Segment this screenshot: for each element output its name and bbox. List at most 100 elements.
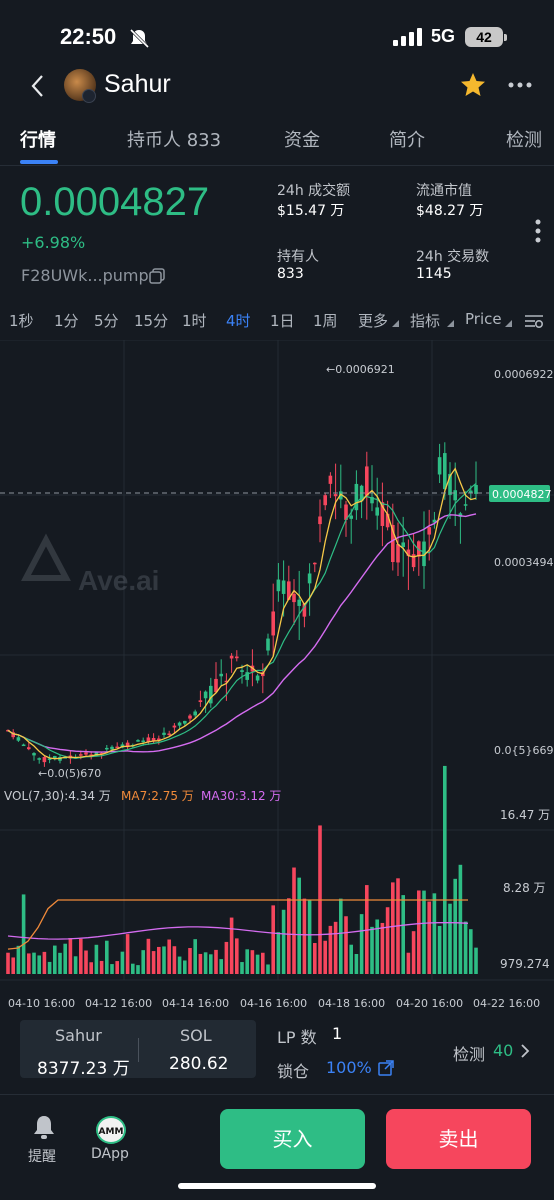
tx-count-label: 24h 交易数 [416,249,490,265]
candle-body [443,453,447,490]
volume-bar [261,952,265,974]
contract-address[interactable]: F28UWk...pump [21,266,149,285]
volume-bar [94,944,99,974]
tf-1d[interactable]: 1日 [270,310,295,331]
candle-body [219,673,223,677]
volume-bar [245,949,249,974]
volume-bar [37,955,41,974]
tab-funds[interactable]: 资金 [284,126,320,152]
volume-bar [250,950,255,974]
volume-bar [323,940,327,974]
more-icon[interactable] [508,81,532,89]
copy-icon[interactable] [149,268,165,284]
volume-bar [359,914,364,974]
candle-body [313,562,317,565]
sell-button[interactable]: 卖出 [386,1109,531,1169]
tf-4h[interactable]: 4时 [226,310,251,331]
volume-bar [21,894,26,974]
volume-bar [380,922,385,974]
candle-body [240,670,244,672]
vol-ma7-legend: MA7:2.75 万 [121,789,194,803]
x-axis-label: 04-16 16:00 [240,997,307,1010]
volume-bar [406,952,411,974]
volume-bar [198,953,203,974]
dapp-label[interactable]: DApp [91,1146,129,1162]
status-bar: 22:50 5G 42 [0,0,554,70]
buy-button[interactable]: 买入 [220,1109,365,1169]
indicator-menu[interactable]: 指标 [410,310,440,331]
alert-label[interactable]: 提醒 [28,1146,56,1166]
volume-bar [427,901,431,974]
back-icon[interactable] [30,74,46,98]
tf-5m[interactable]: 5分 [94,310,119,331]
price-mode-menu[interactable]: Price [465,310,502,328]
volume-bar [11,957,15,974]
tab-market[interactable]: 行情 [20,126,56,152]
volume-bar [27,953,31,974]
tf-15m[interactable]: 15分 [134,310,168,331]
candle-body [271,611,275,636]
lock-value[interactable]: 100% [326,1058,372,1077]
tab-check[interactable]: 检测 [506,126,542,152]
status-time: 22:50 [60,24,117,49]
volume-bar [271,905,275,974]
tf-1s[interactable]: 1秒 [9,310,34,331]
vertical-more-icon[interactable] [533,218,543,244]
y-axis-mid: 0.0003494 [494,556,554,569]
check-score[interactable]: 40 [493,1041,513,1060]
candle-body [32,753,36,756]
tf-more[interactable]: 更多 [358,310,388,331]
volume-bar [443,765,447,974]
caret-icon [447,320,454,327]
candle-body [188,715,192,719]
tf-1w[interactable]: 1周 [313,310,338,331]
volume-bar [58,952,62,974]
candle-body [105,747,109,750]
candle-body [235,656,239,659]
x-axis-label: 04-20 16:00 [396,997,463,1010]
chart-settings-icon[interactable] [524,312,544,330]
volume-bar [339,898,343,974]
volume-bar [401,895,405,974]
volume-bar [235,938,239,974]
bell-muted-icon [129,28,150,48]
volume-bar [385,907,390,974]
mcap-value: $48.27 万 [416,203,484,219]
candle-body [229,655,234,659]
volume-bar [297,877,301,974]
candlestick-chart[interactable]: Ave.ai 0.0004827 0.0006922 0.0003494 0.0… [0,340,554,1020]
y-axis-top: 0.0006922 [494,368,554,381]
vol-axis-top: 16.47 万 [500,808,550,822]
low-marker: ←0.0(5)670 [38,767,101,780]
volume-bar [474,947,478,974]
tf-1h[interactable]: 1时 [182,310,207,331]
price-change: +6.98% [21,233,86,252]
watermark-text: Ave.ai [78,565,159,596]
volume-bar [42,951,47,974]
tab-holders[interactable]: 持币人 833 [127,126,221,152]
lp-value: 1 [332,1024,343,1043]
external-link-icon[interactable] [378,1060,394,1076]
volume-bar [125,934,130,974]
chevron-right-icon[interactable] [520,1043,530,1059]
candle-body [198,700,203,703]
ma7-line [7,467,477,760]
volume-bar [99,960,104,974]
star-icon[interactable] [459,71,487,99]
volume-bar [141,950,145,974]
token-title: Sahur [104,70,171,98]
liquidity-panel: Sahur 8377.23 万 SOL 280.62 [20,1020,256,1079]
check-label[interactable]: 检测 [453,1041,485,1065]
volume-bar [437,925,442,974]
candle-body [427,527,431,535]
tab-intro[interactable]: 简介 [389,126,425,152]
x-axis-label: 04-12 16:00 [85,997,152,1010]
network-type: 5G [431,26,456,46]
ma30-line [7,513,477,753]
tf-1m[interactable]: 1分 [54,310,79,331]
bell-icon[interactable] [32,1113,56,1141]
candle-body [375,507,379,516]
candle-body [328,475,333,484]
candle-body [307,573,312,584]
amm-dapp-icon[interactable]: AMM [96,1116,126,1144]
